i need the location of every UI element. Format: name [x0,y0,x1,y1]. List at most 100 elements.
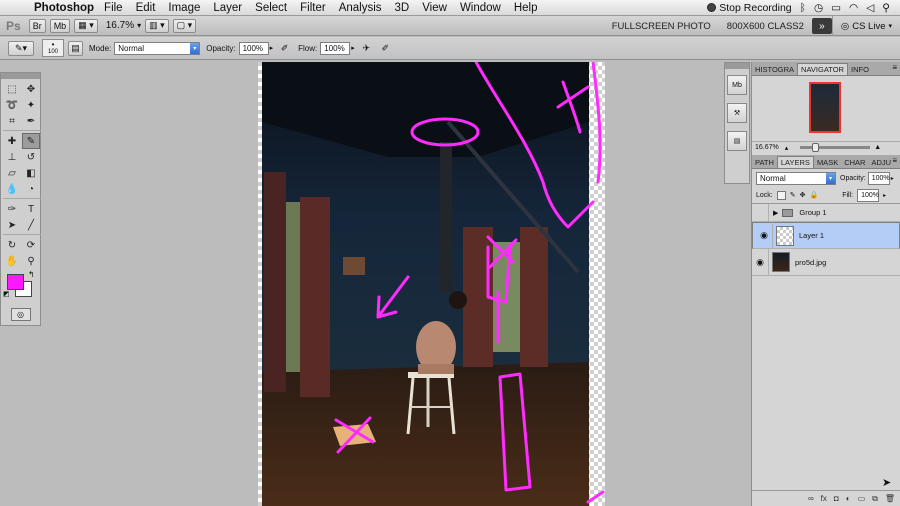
zoom-tool-icon[interactable]: ⚲ [22,253,40,269]
line-tool-icon[interactable]: ╱ [22,217,40,233]
lasso-tool-icon[interactable]: ➰ [3,97,21,113]
quick-select-tool-icon[interactable]: ✦ [22,97,40,113]
path-select-tool-icon[interactable]: ➤ [3,217,21,233]
history-panel-icon[interactable]: ▤ [727,131,747,151]
lock-transparency-icon[interactable] [776,190,786,200]
menu-file[interactable]: File [104,2,123,14]
navigator-preview[interactable] [752,76,900,141]
view-extras-button[interactable]: ▦ ▾ [74,18,98,33]
mini-bridge-button[interactable]: Mb [49,18,71,33]
trash-icon[interactable]: 🗑 [885,494,895,503]
time-machine-icon[interactable]: ◷ [814,2,823,14]
hand-tool-icon[interactable]: ✋ [3,253,21,269]
new-layer-icon[interactable]: ⧉ [872,494,878,504]
bluetooth-icon[interactable]: ᛒ [800,2,806,14]
navigator-zoom-value[interactable]: 16.67% [755,144,779,151]
marquee-tool-icon[interactable]: ⬚ [3,81,21,97]
mini-bridge-panel-icon[interactable]: Mb [727,75,747,95]
zoom-level[interactable]: 16.7% [106,20,134,31]
menu-layer[interactable]: Layer [213,2,242,14]
brush-tool-preset-icon[interactable]: ✎▾ [8,40,34,56]
workspace-fullscreen-photo[interactable]: FULLSCREEN PHOTO [604,21,719,32]
chevron-down-icon[interactable]: ▾ [137,21,141,30]
lock-pixels-icon[interactable]: ✎ [790,191,796,199]
panel-menu-icon[interactable]: ≡ [892,156,897,165]
lock-all-icon[interactable]: 🔒 [809,191,818,199]
wifi-icon[interactable]: ◠ [849,2,858,14]
layer-row-group-1[interactable]: ▶ Group 1 [752,203,900,222]
opacity-slider-icon[interactable]: ▸ [270,44,274,52]
eyedropper-tool-icon[interactable]: ✒ [22,113,40,129]
clone-stamp-tool-icon[interactable]: ⊥ [3,149,21,165]
tab-character[interactable]: CHAR [841,157,868,168]
flow-field[interactable]: 100% [320,41,351,55]
adjustment-layer-icon[interactable]: ◐ [846,494,851,503]
tab-navigator[interactable]: NAVIGATOR [797,63,848,75]
eye-icon[interactable]: ◉ [756,222,773,249]
gradient-tool-icon[interactable]: ◧ [22,165,40,181]
volume-icon[interactable]: ◁ [866,2,874,14]
arrange-documents-button[interactable]: ▥ ▾ [145,18,169,33]
navigator-zoom-knob[interactable] [812,143,820,152]
document-canvas[interactable] [258,62,605,506]
add-mask-icon[interactable]: ◘ [834,494,839,503]
dodge-tool-icon[interactable]: ◔ [22,181,40,197]
workspace-800x600-class2[interactable]: 800X600 CLASS2 [719,21,812,32]
history-brush-tool-icon[interactable]: ↺ [22,149,40,165]
brush-panel-icon[interactable]: ▤ [68,40,83,56]
menu-select[interactable]: Select [255,2,287,14]
workspace-more-icon[interactable]: » [811,18,832,34]
menu-3d[interactable]: 3D [395,2,410,14]
navigator-zoom-slider[interactable] [800,143,871,152]
canvas-image[interactable] [258,62,605,506]
fill-field[interactable]: 100% [857,188,880,202]
screen-mode-button[interactable]: ▢ ▾ [172,18,197,33]
tab-layers[interactable]: LAYERS [776,156,814,168]
opacity-slider-icon[interactable]: ▸ [891,175,894,182]
cs-live-button[interactable]: ◎ CS Live ▾ [831,16,900,36]
menu-image[interactable]: Image [168,2,200,14]
tab-info[interactable]: INFO [848,64,872,75]
layer-row-pro5d[interactable]: ◉ pro5d.jpg [752,248,900,276]
opacity-field[interactable]: 100% [238,41,269,55]
tab-adjustments[interactable]: ADJU [868,157,894,168]
pressure-size-icon[interactable]: ✐ [378,41,393,56]
tool-presets-icon[interactable]: ⚒ [727,103,747,123]
blur-tool-icon[interactable]: 💧 [3,181,21,197]
link-layers-icon[interactable]: ∞ [808,494,814,503]
eraser-tool-icon[interactable]: ▱ [3,165,21,181]
quick-mask-icon[interactable]: ◎ [10,308,31,321]
spotlight-icon[interactable]: ⚲ [882,2,890,14]
move-tool-icon[interactable]: ✥ [22,81,40,97]
menu-help[interactable]: Help [514,2,538,14]
flow-slider-icon[interactable]: ▸ [351,44,355,52]
tab-masks[interactable]: MASK [814,157,841,168]
menu-analysis[interactable]: Analysis [339,2,382,14]
new-group-icon[interactable]: ▭ [858,494,866,503]
visibility-toggle-empty[interactable] [752,203,769,222]
panel-menu-icon[interactable]: ≡ [892,63,897,72]
stop-recording-button[interactable]: Stop Recording [707,2,792,14]
panel-grip[interactable] [725,63,749,69]
blend-mode-select[interactable]: Normal ▾ [756,171,836,185]
menu-filter[interactable]: Filter [300,2,326,14]
default-colors-icon[interactable]: ◩ [3,290,10,298]
layer-row-layer-1[interactable]: ◉ Layer 1 [752,222,900,249]
crop-tool-icon[interactable]: ⌗ [3,113,21,129]
tab-paths[interactable]: PATH [752,157,777,168]
pen-tool-icon[interactable]: ✑ [3,201,21,217]
menu-edit[interactable]: Edit [136,2,156,14]
fill-slider-icon[interactable]: ▸ [883,192,886,199]
foreground-color-swatch[interactable] [7,274,24,290]
expand-triangle-icon[interactable]: ▶ [773,209,778,217]
layer-opacity-field[interactable]: 100% [867,171,890,185]
brush-size-picker[interactable]: • 100 [42,39,64,57]
3d-orbit-tool-icon[interactable]: ⟳ [22,237,40,253]
menu-window[interactable]: Window [460,2,501,14]
swap-colors-icon[interactable]: ↰ [28,270,35,279]
eye-icon[interactable]: ◉ [752,248,769,276]
healing-brush-tool-icon[interactable]: ✚ [3,133,21,149]
airbrush-icon[interactable]: ✈ [359,41,374,56]
battery-icon[interactable]: ▭ [831,2,841,14]
layer-style-icon[interactable]: fx [821,494,827,503]
